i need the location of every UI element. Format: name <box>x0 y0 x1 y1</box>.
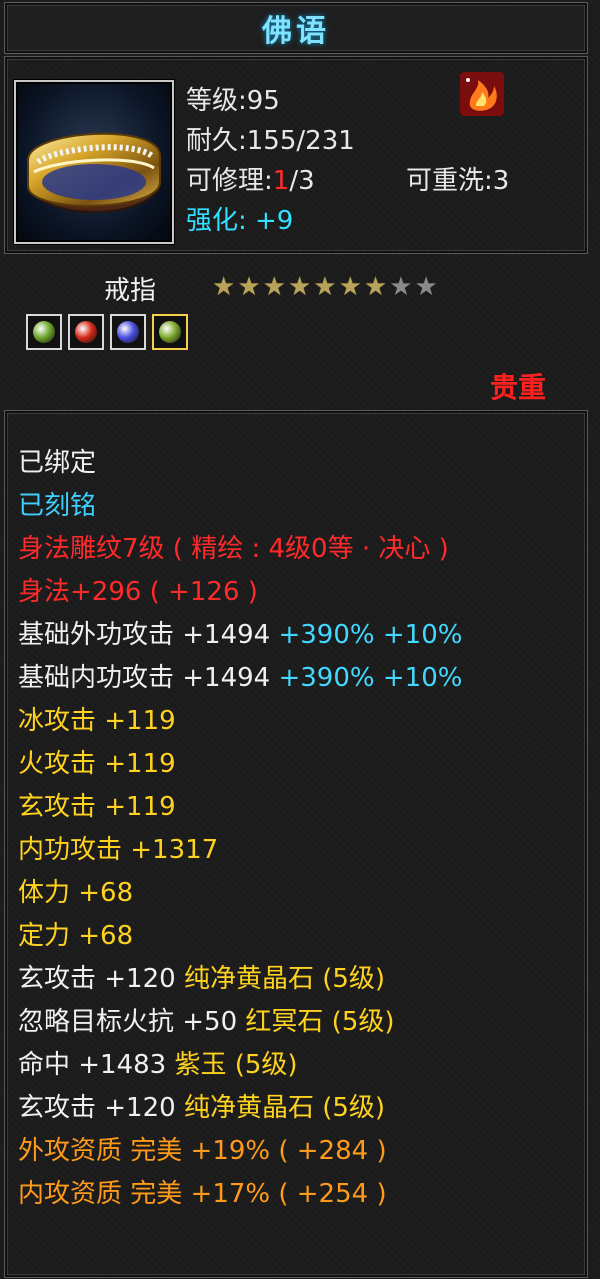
gem-3-stat: 命中 +1483 <box>18 1050 167 1080</box>
fire-icon <box>460 72 504 116</box>
item-enhance: 强化: +9 <box>186 206 294 236</box>
ext-attack-pct: +390% <box>278 620 375 650</box>
star-icon: ★ <box>287 272 312 302</box>
int-attack-line: 基础内功攻击 +1494 +390% +10% <box>18 657 462 694</box>
repair-current: 1 <box>272 166 290 196</box>
gem-stone <box>117 321 139 343</box>
red-gem-icon[interactable] <box>68 314 104 350</box>
rarity-label: 贵重 <box>490 371 547 404</box>
jade-gem-icon[interactable] <box>152 314 188 350</box>
int-attack-label: 基础内功攻击 +1494 <box>18 663 271 693</box>
int-attack-extra: +10% <box>382 663 463 693</box>
ring-image <box>27 132 161 213</box>
gem-stone <box>33 321 55 343</box>
star-icon: ★ <box>338 272 362 302</box>
int-attack-pct: +390% <box>278 663 375 693</box>
bound-status: 已绑定 <box>18 448 97 478</box>
gem-3-name: 紫玉 (5级) <box>174 1050 298 1080</box>
ext-attack-label: 基础外功攻击 +1494 <box>18 620 271 650</box>
item-type: 戒指 <box>104 276 157 306</box>
ext-attack-extra: +10% <box>382 620 463 650</box>
int-aptitude-line: 内攻资质 完美 +17% ( +254 ) <box>18 1179 387 1209</box>
repair-prefix: 可修理: <box>186 166 273 196</box>
stamina-line: 体力 +68 <box>18 878 134 908</box>
star-icon: ★ <box>237 272 261 302</box>
item-name: 佛语 <box>262 14 330 49</box>
ext-aptitude-line: 外攻资质 完美 +19% ( +284 ) <box>18 1136 387 1166</box>
star-icon: ★ <box>414 272 438 302</box>
mystic-attack-line: 玄攻击 +119 <box>18 792 176 822</box>
ext-attack-line: 基础外功攻击 +1494 +390% +10% <box>18 614 462 651</box>
item-durability: 耐久:155/231 <box>186 126 355 156</box>
gem-2-name: 红冥石 (5级) <box>245 1007 395 1037</box>
star-icon: ★ <box>313 272 337 302</box>
engraved-status: 已刻铭 <box>18 491 97 521</box>
star-rating: ★ ★ ★ ★ ★ ★ ★ ★ ★ <box>212 274 438 300</box>
gem-line-4: 玄攻击 +120 纯净黄晶石 (5级) <box>18 1087 385 1124</box>
gem-2-stat: 忽略目标火抗 +50 <box>18 1007 238 1037</box>
star-icon: ★ <box>363 272 388 302</box>
blue-gem-icon[interactable] <box>110 314 146 350</box>
fire-attack-line: 火攻击 +119 <box>18 749 176 779</box>
agility-line: 身法+296 ( +126 ) <box>18 577 258 607</box>
star-icon: ★ <box>262 272 286 302</box>
gem-stone <box>75 321 97 343</box>
gem-line-2: 忽略目标火抗 +50 红冥石 (5级) <box>18 1001 395 1038</box>
repair-suffix: /3 <box>289 166 315 196</box>
focus-line: 定力 +68 <box>18 921 134 951</box>
ice-attack-line: 冰攻击 +119 <box>18 706 176 736</box>
title-bar: 佛语 <box>4 2 588 54</box>
gem-1-name: 纯净黄晶石 (5级) <box>183 964 386 994</box>
internal-attack-line: 内功攻击 +1317 <box>18 835 219 865</box>
gem-line-1: 玄攻击 +120 纯净黄晶石 (5级) <box>18 958 385 995</box>
ring-item-icon <box>14 80 174 244</box>
gem-4-name: 纯净黄晶石 (5级) <box>183 1093 386 1123</box>
yellow-gem-icon[interactable] <box>26 314 62 350</box>
item-rewash: 可重洗:3 <box>406 166 510 196</box>
carving-line: 身法雕纹7级 ( 精绘 : 4级0等 · 决心 ) <box>18 534 449 564</box>
star-icon: ★ <box>389 272 413 302</box>
item-level: 等级:95 <box>186 86 280 116</box>
gem-1-stat: 玄攻击 +120 <box>18 964 176 994</box>
socket-gems <box>26 314 188 350</box>
item-repairable: 可修理:1/3 <box>186 160 315 197</box>
gem-line-3: 命中 +1483 紫玉 (5级) <box>18 1044 298 1081</box>
star-icon: ★ <box>212 272 236 302</box>
gem-stone <box>159 321 181 343</box>
gem-4-stat: 玄攻击 +120 <box>18 1093 176 1123</box>
